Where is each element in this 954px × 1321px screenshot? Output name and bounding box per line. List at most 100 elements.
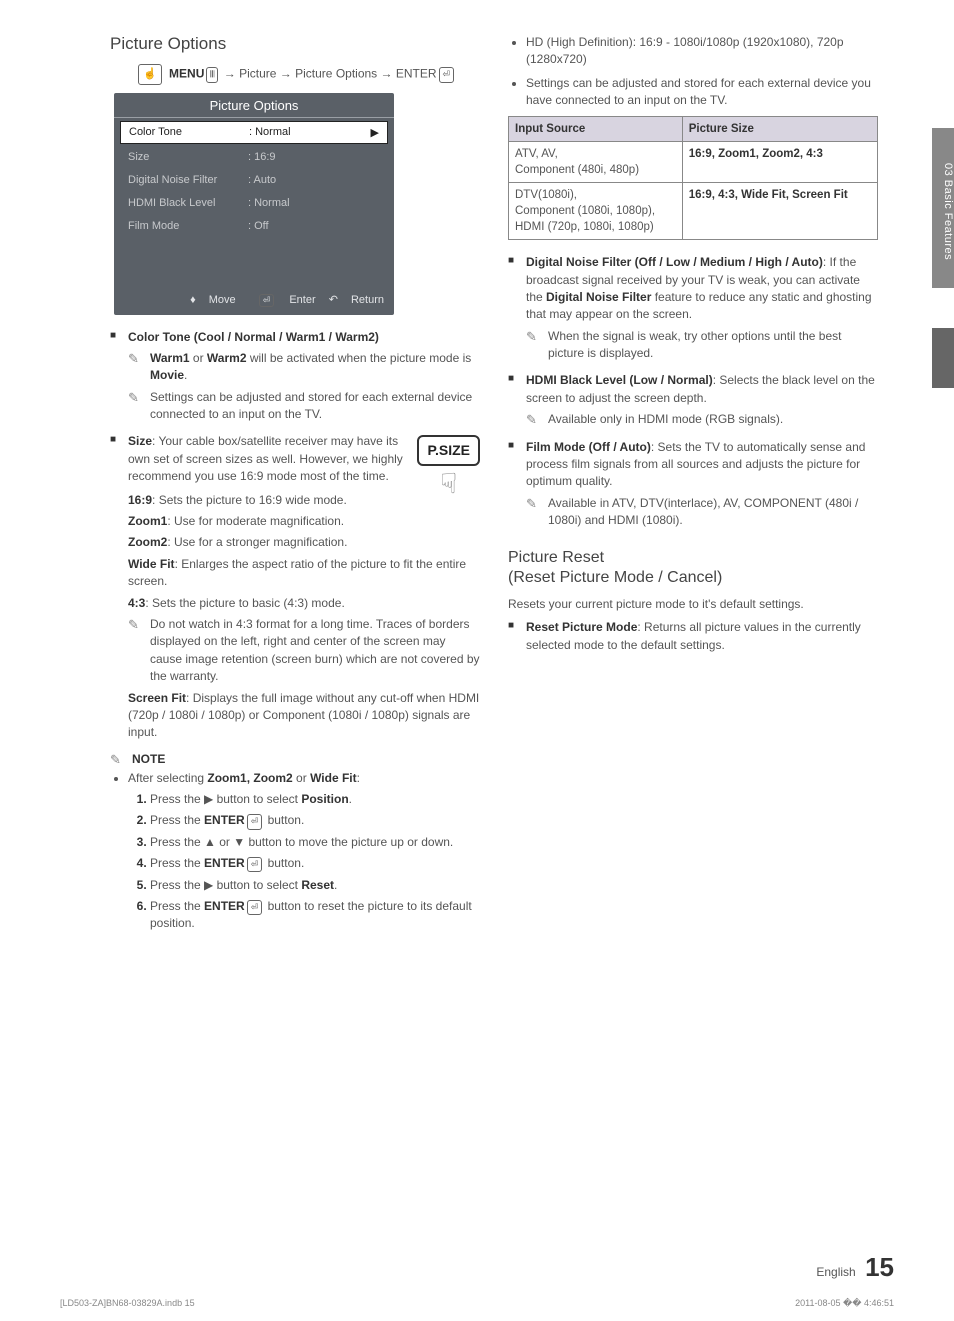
- enter-icon: ⏎: [247, 814, 263, 829]
- bold: Digital Noise Filter: [546, 290, 651, 304]
- text: : Sets the picture to 16:9 wide mode.: [152, 493, 347, 507]
- th-input-source: Input Source: [509, 116, 683, 141]
- size-text: : Your cable box/satellite receiver may …: [128, 434, 403, 483]
- note: Settings can be adjusted and stored for …: [128, 389, 480, 424]
- text: Press the ▶ button to select: [150, 878, 301, 892]
- text: .: [334, 878, 337, 892]
- bullet: HD (High Definition): 16:9 - 1080i/1080p…: [526, 34, 878, 69]
- size-mode: 4:3: Sets the picture to basic (4:3) mod…: [128, 595, 480, 612]
- menu-path: ☝ MENU𝄃𝄃 → Picture → Picture Options → E…: [138, 64, 480, 85]
- side-tab: 03 Basic Features: [932, 128, 954, 288]
- osd-label: Digital Noise Filter: [128, 174, 248, 186]
- return-hint: ↶ Return: [329, 294, 384, 306]
- text: or: [293, 771, 310, 785]
- text: Press the: [150, 856, 204, 870]
- lang-label: English: [816, 1265, 855, 1279]
- hand-icon: ☟: [417, 470, 480, 498]
- bold: ENTER: [204, 899, 245, 913]
- arrow-right-icon: ▶: [371, 126, 379, 139]
- note: Warm1 or Warm2 will be activated when th…: [128, 350, 480, 385]
- bold: 4:3: [128, 596, 145, 610]
- film-item: Film Mode (Off / Auto): Sets the TV to a…: [508, 439, 878, 530]
- osd-label: Size: [128, 151, 248, 163]
- osd-value: : 16:9: [248, 151, 380, 163]
- text: : Use for a stronger magnification.: [167, 535, 347, 549]
- step: Press the ENTER⏎ button.: [150, 812, 480, 829]
- th-picture-size: Picture Size: [682, 116, 877, 141]
- bold: ENTER: [204, 856, 245, 870]
- osd-title: Picture Options: [114, 93, 394, 118]
- osd-panel: Picture Options Color Tone : Normal ▶ Si…: [114, 93, 394, 315]
- color-tone-heading: Color Tone (Cool / Normal / Warm1 / Warm…: [128, 330, 379, 344]
- left-column: Picture Options ☝ MENU𝄃𝄃 → Picture → Pic…: [110, 30, 480, 939]
- step: Press the ENTER⏎ button to reset the pic…: [150, 898, 480, 933]
- note: When the signal is weak, try other optio…: [526, 328, 878, 363]
- text: : Enlarges the aspect ratio of the pictu…: [128, 557, 466, 588]
- enter-icon: ⏎: [247, 900, 263, 915]
- move-label: Move: [209, 294, 236, 306]
- enter-icon: ⏎: [259, 294, 275, 307]
- text: : Use for moderate magnification.: [167, 514, 344, 528]
- bold: Wide Fit: [310, 771, 357, 785]
- step: Press the ▶ button to select Reset.: [150, 877, 480, 894]
- psize-remote: P.SIZE ☟: [417, 435, 480, 497]
- enter-icon: ⏎: [247, 857, 263, 872]
- menu-path-text: → Picture → Picture Options → ENTER: [224, 66, 437, 80]
- bold: Movie: [150, 368, 184, 382]
- reset-intro: Resets your current picture mode to it's…: [508, 597, 878, 611]
- osd-row: Size : 16:9: [120, 147, 388, 167]
- text: button.: [264, 856, 304, 870]
- bold: 16:9: [128, 493, 152, 507]
- print-left: [LD503-ZA]BN68-03829A.indb 15: [60, 1298, 195, 1309]
- note: Do not watch in 4:3 format for a long ti…: [128, 616, 480, 686]
- reset-title-2: (Reset Picture Mode / Cancel): [508, 569, 722, 586]
- print-footer: [LD503-ZA]BN68-03829A.indb 15 2011-08-05…: [60, 1298, 894, 1309]
- reset-title-1: Picture Reset: [508, 549, 604, 566]
- note-bullet: After selecting Zoom1, Zoom2 or Wide Fit…: [128, 770, 480, 933]
- text: or: [190, 351, 207, 365]
- text: .: [184, 368, 187, 382]
- move-hint: ♦ Move: [190, 294, 236, 306]
- dnf-item: Digital Noise Filter (Off / Low / Medium…: [508, 254, 878, 362]
- bold: Warm2: [207, 351, 247, 365]
- input-source-table: Input Source Picture Size ATV, AV, Compo…: [508, 116, 878, 241]
- size-mode: Zoom1: Use for moderate magnification.: [128, 513, 480, 530]
- remote-icon: ☝: [138, 64, 162, 85]
- bold: Screen Fit: [128, 691, 186, 705]
- top-bullets: HD (High Definition): 16:9 - 1080i/1080p…: [508, 34, 878, 110]
- osd-row: Film Mode : Off: [120, 216, 388, 236]
- step: Press the ▶ button to select Position.: [150, 791, 480, 808]
- td: ATV, AV, Component (480i, 480p): [509, 141, 683, 182]
- right-column: HD (High Definition): 16:9 - 1080i/1080p…: [508, 30, 878, 939]
- bullet: Settings can be adjusted and stored for …: [526, 75, 878, 110]
- bold: Zoom1, Zoom2: [207, 771, 292, 785]
- osd-value: : Auto: [248, 174, 380, 186]
- print-right: 2011-08-05 �� 4:46:51: [795, 1298, 894, 1309]
- bold: Warm1: [150, 351, 190, 365]
- osd-value: : Normal: [248, 197, 380, 209]
- osd-value: : Normal: [249, 126, 371, 138]
- td: 16:9, Zoom1, Zoom2, 4:3: [682, 141, 877, 182]
- bold: Reset Picture Mode: [526, 620, 637, 634]
- manual-page: 03 Basic Features Picture Options ☝ MENU…: [0, 0, 954, 1321]
- steps-list: Press the ▶ button to select Position. P…: [128, 791, 480, 933]
- side-accent: [932, 328, 954, 388]
- text: :: [357, 771, 360, 785]
- bold: Zoom1: [128, 514, 167, 528]
- picture-options-title: Picture Options: [110, 34, 480, 54]
- bold: Zoom2: [128, 535, 167, 549]
- note: Available only in HDMI mode (RGB signals…: [526, 411, 878, 428]
- text: Press the ▲ or ▼ button to move the pict…: [150, 835, 453, 849]
- bold: Reset: [301, 878, 334, 892]
- size-mode: Wide Fit: Enlarges the aspect ratio of t…: [128, 556, 480, 591]
- osd-label: HDMI Black Level: [128, 197, 248, 209]
- bold: Wide Fit: [128, 557, 175, 571]
- td: DTV(1080i), Component (1080i, 1080p), HD…: [509, 182, 683, 239]
- enter-hint: ⏎ Enter: [249, 294, 316, 306]
- osd-row-color-tone: Color Tone : Normal ▶: [120, 121, 388, 144]
- hdmi-item: HDMI Black Level (Low / Normal): Selects…: [508, 372, 878, 428]
- osd-row: HDMI Black Level : Normal: [120, 193, 388, 213]
- bold: 16:9, Zoom1, Zoom2, 4:3: [689, 148, 823, 160]
- film-heading: Film Mode (Off / Auto): [526, 440, 651, 454]
- osd-label: Color Tone: [129, 126, 249, 138]
